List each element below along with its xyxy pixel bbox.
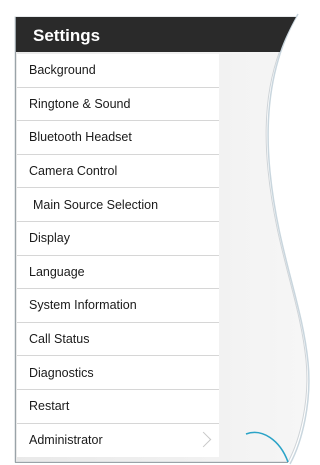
menu-item-label: System Information xyxy=(29,298,137,313)
menu-item-label: Diagnostics xyxy=(29,365,94,380)
menu-item-ringtone-sound[interactable]: Ringtone & Sound xyxy=(17,87,219,122)
menu-item-label: Call Status xyxy=(29,332,90,347)
menu-item-label: Ringtone & Sound xyxy=(29,96,131,111)
menu-item-bluetooth-headset[interactable]: Bluetooth Headset xyxy=(17,121,219,155)
menu-item-camera-control[interactable]: Camera Control xyxy=(17,154,219,189)
menu-item-language[interactable]: Language xyxy=(17,255,219,290)
menu-item-label: Restart xyxy=(29,399,70,414)
settings-menu: Background Ringtone & Sound Bluetooth He… xyxy=(17,54,219,458)
menu-item-display[interactable]: Display xyxy=(17,221,219,256)
menu-item-call-status[interactable]: Call Status xyxy=(17,322,219,357)
menu-item-label: Display xyxy=(29,231,70,246)
menu-item-restart[interactable]: Restart xyxy=(17,389,219,424)
menu-item-label: Camera Control xyxy=(29,164,118,179)
settings-screen: Settings Background Ringtone & Sound Blu… xyxy=(0,0,312,465)
menu-item-system-information[interactable]: System Information xyxy=(17,289,219,323)
menu-item-background[interactable]: Background xyxy=(17,54,219,88)
menu-item-label: Background xyxy=(29,63,96,78)
chevron-right-icon xyxy=(195,432,212,448)
menu-item-label: Main Source Selection xyxy=(33,197,159,212)
menu-item-label: Administrator xyxy=(29,433,103,448)
menu-item-label: Language xyxy=(29,264,85,279)
menu-item-label: Bluetooth Headset xyxy=(29,130,132,145)
menu-item-diagnostics[interactable]: Diagnostics xyxy=(17,356,219,390)
menu-item-main-source-selection[interactable]: Main Source Selection xyxy=(17,188,219,222)
header: Settings xyxy=(16,17,266,51)
menu-item-administrator[interactable]: Administrator xyxy=(17,423,219,458)
page-title: Settings xyxy=(33,26,101,45)
